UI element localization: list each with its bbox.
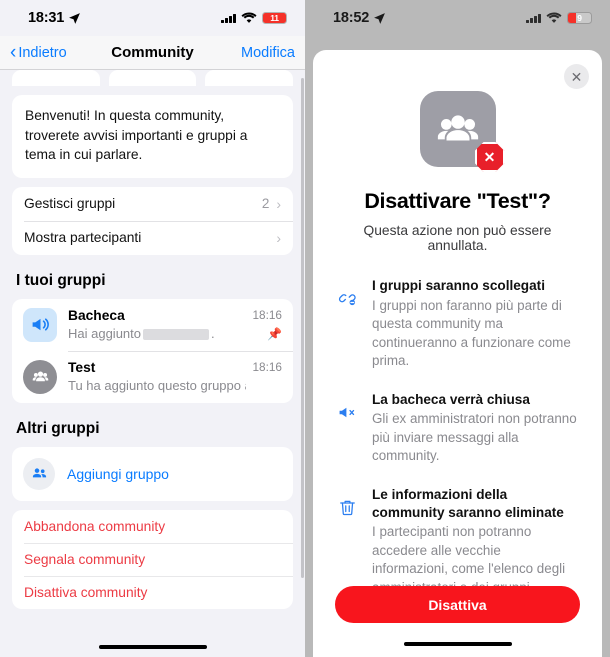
vertical-scrollbar[interactable] [301, 78, 304, 578]
bullet-text: Gli ex amministratori non potranno più i… [372, 411, 577, 464]
group-preview: Tu ha aggiunto questo gruppo all... [68, 378, 246, 394]
left-screen-community: 18:31 11 ‹ Indietro Community Modifica B… [0, 0, 305, 657]
back-button[interactable]: ‹ Indietro [10, 43, 67, 62]
status-bar-time: 18:52 [333, 10, 370, 26]
add-group-label: Aggiungi gruppo [67, 465, 169, 482]
home-indicator [98, 644, 207, 649]
group-text-block: Test Tu ha aggiunto questo gruppo all... [68, 359, 246, 395]
group-text-block: Bacheca Hai aggiunto . [68, 307, 246, 343]
menu-item-manage-groups[interactable]: Gestisci gruppi 2 › [12, 187, 293, 221]
your-groups-card: Bacheca Hai aggiunto . 18:16 📌 Test Tu h… [12, 298, 293, 403]
close-icon[interactable]: ✕ [564, 64, 589, 89]
bullet-body: Le informazioni della community saranno … [359, 486, 580, 597]
chevron-left-icon: ‹ [10, 42, 17, 63]
battery-icon: 11 [262, 11, 287, 25]
leave-community-button[interactable]: Abbandona community [12, 510, 293, 543]
status-bar-time-group: 18:31 [28, 10, 81, 26]
group-preview: Hai aggiunto . [68, 326, 246, 343]
community-people-icon: ✕ [419, 91, 505, 172]
location-arrow-icon [69, 12, 81, 24]
welcome-card: Benvenuti! In questa community, troveret… [12, 95, 293, 178]
pin-icon: 📌 [267, 326, 282, 341]
group-timestamp: 18:16 [252, 359, 282, 374]
section-title-other-groups: Altri gruppi [16, 419, 100, 437]
consequences-list: I gruppi saranno scollegati I gruppi non… [335, 277, 580, 597]
navigation-bar: ‹ Indietro Community Modifica [0, 36, 305, 70]
status-bar-right: 18:52 9 [305, 0, 610, 36]
menu-item-show-participants[interactable]: Mostra partecipanti › [12, 220, 293, 255]
chevron-right-icon: › [276, 195, 281, 212]
add-group-card: Aggiungi gruppo [12, 446, 293, 501]
section-title-your-groups: I tuoi gruppi [16, 271, 106, 289]
megaphone-icon [23, 307, 57, 342]
battery-percent: 11 [270, 13, 279, 23]
peek-card [205, 70, 294, 86]
bullet-text: I gruppi non faranno più parte di questa… [372, 297, 571, 369]
wifi-icon [546, 12, 562, 23]
trash-icon [335, 498, 359, 517]
add-people-icon [23, 457, 55, 490]
cellular-signal-icon [526, 13, 541, 23]
menu-item-label: Gestisci gruppi [24, 196, 116, 212]
bullet-body: I gruppi saranno scollegati I gruppi non… [359, 277, 580, 371]
group-preview-prefix: Hai aggiunto [68, 325, 141, 341]
peek-card [108, 70, 197, 86]
report-community-button[interactable]: Segnala community [12, 542, 293, 576]
list-item-board-closed: La bacheca verrà chiusa Gli ex amministr… [335, 391, 580, 466]
broken-link-icon [335, 289, 359, 308]
cellular-signal-icon [221, 13, 236, 23]
screenshot-root: 18:31 11 ‹ Indietro Community Modifica B… [0, 0, 610, 657]
group-name: Test [68, 359, 96, 375]
list-item-group-bacheca[interactable]: Bacheca Hai aggiunto . 18:16 📌 [12, 299, 293, 351]
wifi-icon [241, 12, 257, 23]
megaphone-mute-icon [335, 403, 359, 422]
modal-subtitle: Questa azione non può essere annullata. [363, 223, 552, 253]
status-bar-left: 18:31 11 [0, 0, 305, 36]
menu-item-count: 2 [261, 196, 270, 212]
status-bar-time: 18:31 [28, 10, 65, 26]
edit-button[interactable]: Modifica [241, 45, 295, 61]
location-arrow-icon [374, 12, 386, 24]
danger-actions-card: Abbandona community Segnala community Di… [12, 509, 293, 609]
bullet-body: La bacheca verrà chiusa Gli ex amministr… [359, 391, 580, 466]
add-group-button[interactable]: Aggiungi gruppo [12, 447, 293, 501]
chevron-right-icon: › [276, 229, 281, 246]
bullet-heading: I gruppi saranno scollegati [372, 278, 545, 293]
group-preview-suffix: . [211, 325, 215, 341]
group-meta: 18:16 [252, 359, 282, 395]
redacted-name-block [143, 328, 209, 340]
list-item-groups-unlinked: I gruppi saranno scollegati I gruppi non… [335, 277, 580, 371]
menu-item-label: Mostra partecipanti [24, 230, 142, 246]
modal-title: Disattivare "Test"? [364, 189, 551, 213]
group-meta: 18:16 📌 [252, 307, 282, 343]
error-octagon-x-icon: ✕ [474, 142, 505, 172]
status-bar-time-group: 18:52 [333, 10, 386, 26]
status-bar-indicators: 9 [526, 11, 592, 25]
group-people-icon [23, 359, 57, 394]
group-name: Bacheca [68, 307, 125, 323]
battery-percent: 9 [577, 13, 582, 23]
welcome-text: Benvenuti! In questa community, troveret… [25, 108, 248, 163]
deactivate-button[interactable]: Disattiva [335, 586, 580, 623]
list-item-info-deleted: Le informazioni della community saranno … [335, 486, 580, 597]
community-menu-card: Gestisci gruppi 2 › Mostra partecipanti … [12, 186, 293, 255]
bullet-heading: Le informazioni della community saranno … [372, 486, 564, 520]
right-screen-deactivate-modal: 18:52 9 ✕ ✕ Disattivare "Test"? Questa a… [305, 0, 610, 657]
list-item-group-test[interactable]: Test Tu ha aggiunto questo gruppo all...… [12, 350, 293, 403]
battery-icon: 9 [567, 11, 592, 25]
deactivate-community-sheet: ✕ ✕ Disattivare "Test"? Questa azione no… [313, 50, 602, 657]
community-scroll-area[interactable]: Benvenuti! In questa community, troveret… [0, 70, 305, 657]
peek-card [12, 70, 100, 86]
status-bar-indicators: 11 [221, 11, 287, 25]
bullet-heading: La bacheca verrà chiusa [372, 391, 530, 407]
back-button-label: Indietro [18, 44, 67, 61]
home-indicator [403, 641, 512, 646]
group-timestamp: 18:16 [252, 307, 282, 322]
modal-hero: ✕ [335, 50, 580, 172]
deactivate-community-button[interactable]: Disattiva community [12, 575, 293, 609]
scrolled-cards-peek [12, 70, 294, 86]
